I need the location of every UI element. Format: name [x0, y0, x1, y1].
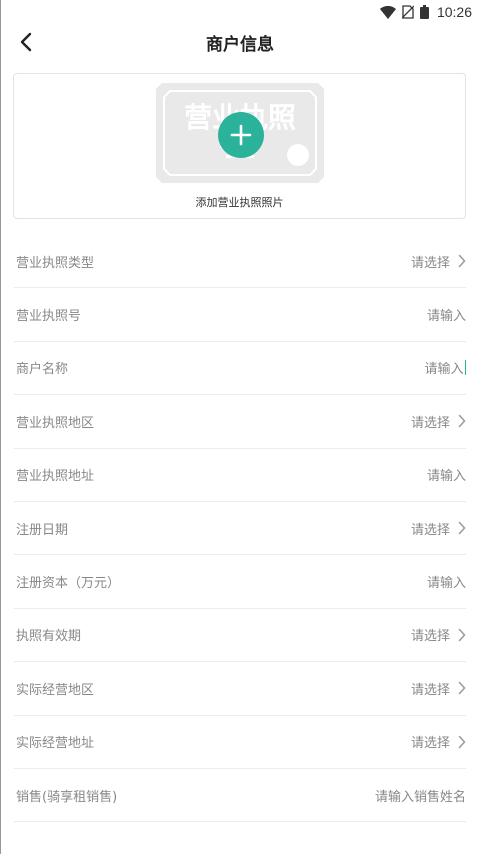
field-label: 营业执照类型 — [16, 255, 95, 271]
form-row[interactable]: 营业执照地区 请选择 — [14, 395, 466, 449]
field-placeholder: 请选择 — [410, 736, 450, 752]
field-label: 商户名称 — [16, 362, 69, 378]
merchant-form: 营业执照类型 请选择 营业执照号 请输入 商户名称 请输入 营业执照地区 请选择 营业执照地址请… — [14, 235, 466, 823]
input-field[interactable]: 请输入 — [427, 305, 466, 324]
status-time: 10:26 — [436, 4, 472, 20]
input-field[interactable]: 请输入销售姓名 — [375, 786, 466, 805]
input-field[interactable]: 请输入 — [427, 465, 466, 484]
plus-icon — [230, 124, 252, 146]
chevron-right-icon — [458, 681, 466, 695]
input-field[interactable]: 请输入 — [427, 572, 466, 591]
form-row[interactable]: 注册资本（万元） 请输入 — [14, 555, 466, 609]
select-field[interactable]: 请选择 — [411, 519, 466, 538]
field-label: 营业执照地区 — [16, 415, 95, 431]
field-label: 注册日期 — [16, 522, 69, 538]
text-cursor — [464, 360, 466, 376]
form-row[interactable]: 营业执照号 请输入 — [14, 288, 466, 342]
no-sim-icon — [401, 5, 414, 19]
field-label: 注册资本（万元） — [16, 576, 121, 592]
field-placeholder: 请输入 — [426, 309, 466, 325]
add-photo-button[interactable] — [218, 112, 264, 158]
select-field[interactable]: 请选择 — [411, 412, 466, 431]
chevron-right-icon — [458, 735, 466, 749]
select-field[interactable]: 请选择 — [411, 625, 466, 644]
form-row[interactable]: 销售(骑享租销售) 请输入销售姓名 — [14, 769, 466, 823]
select-field[interactable]: 请选择 — [411, 679, 466, 698]
field-placeholder: 请选择 — [410, 415, 450, 431]
wifi-icon — [379, 5, 396, 19]
license-upload-card[interactable]: 营业执照 添加营业执照照片 — [13, 73, 466, 219]
field-label: 执照有效期 — [16, 629, 82, 645]
chevron-left-icon — [20, 32, 32, 52]
select-field[interactable]: 请选择 — [411, 732, 466, 751]
form-row[interactable]: 实际经营地区 请选择 — [14, 662, 466, 716]
form-row[interactable]: 营业执照地址 请输入 — [14, 449, 466, 502]
chevron-right-icon — [458, 628, 466, 642]
field-label: 实际经营地区 — [16, 682, 95, 698]
back-button[interactable] — [14, 30, 38, 54]
field-placeholder: 请选择 — [410, 255, 450, 271]
form-row[interactable]: 执照有效期 请选择 — [14, 609, 466, 663]
chevron-right-icon — [458, 254, 466, 268]
form-row[interactable]: 营业执照类型 请选择 — [14, 235, 466, 289]
field-placeholder: 请输入 — [424, 362, 464, 378]
chevron-right-icon — [458, 414, 466, 428]
field-placeholder: 请选择 — [410, 629, 450, 645]
chevron-right-icon — [458, 521, 466, 535]
top-nav: 商户信息 — [0, 24, 480, 60]
field-label: 营业执照地址 — [16, 469, 95, 485]
page-title: 商户信息 — [206, 34, 274, 55]
field-label: 销售(骑享租销售) — [16, 789, 118, 805]
field-placeholder: 请输入 — [426, 576, 466, 592]
field-label: 实际经营地址 — [16, 736, 95, 752]
upload-label: 添加营业执照照片 — [195, 196, 284, 209]
status-bar: 10:26 — [0, 0, 480, 24]
select-field[interactable]: 请选择 — [411, 252, 466, 271]
field-placeholder: 请选择 — [410, 522, 450, 538]
form-row[interactable]: 实际经营地址 请选择 — [14, 716, 466, 769]
screen-edge — [0, 0, 1, 854]
field-placeholder: 请输入 — [426, 469, 466, 485]
battery-icon — [419, 5, 429, 19]
field-placeholder: 请输入销售姓名 — [374, 789, 466, 805]
input-field[interactable]: 请输入 — [424, 358, 466, 377]
field-label: 营业执照号 — [16, 309, 82, 325]
field-placeholder: 请选择 — [410, 682, 450, 698]
form-row[interactable]: 注册日期 请选择 — [14, 502, 466, 556]
form-row[interactable]: 商户名称 请输入 — [14, 342, 466, 396]
